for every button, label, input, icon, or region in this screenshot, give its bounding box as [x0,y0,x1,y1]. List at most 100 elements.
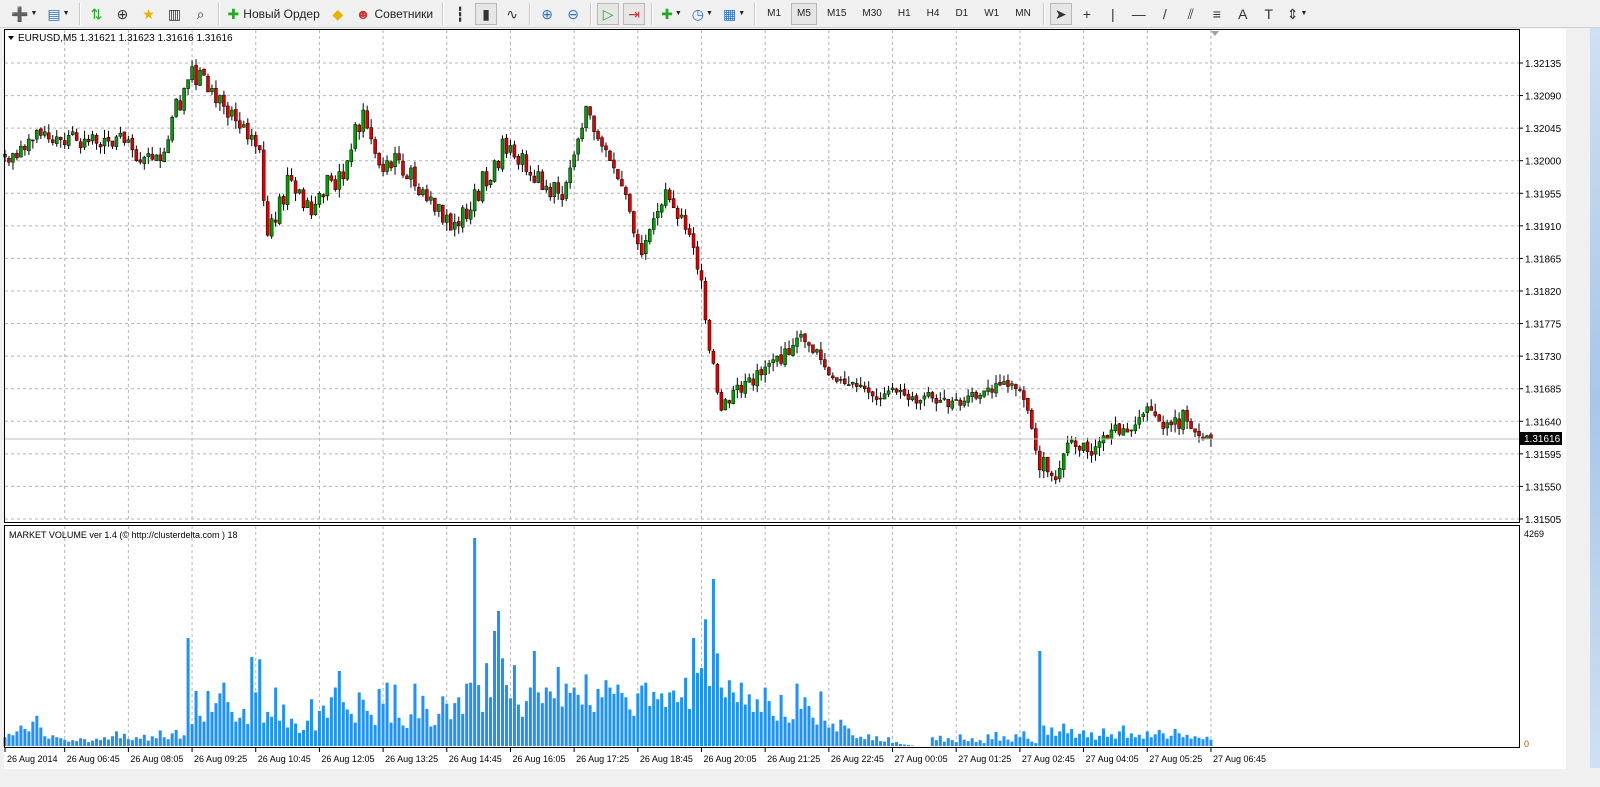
bar-chart-button[interactable]: ┇ [449,3,471,25]
candle-bear [365,110,369,129]
clock-icon: ◷ [691,5,705,22]
candle-bear [246,122,250,140]
scrollbar[interactable] [1566,28,1600,768]
horizontal-line-button[interactable]: — [1128,3,1150,25]
timeframe-h1[interactable]: H1 [892,3,917,25]
time-tick-label: 27 Aug 02:45 [1022,754,1075,764]
candle-bear [39,128,43,136]
trendline-button[interactable]: / [1154,3,1176,25]
timeframe-d1[interactable]: D1 [949,3,974,25]
scrollbar-track[interactable] [1590,28,1600,768]
chevron-down-icon[interactable]: ▼ [706,10,713,17]
chevron-down-icon[interactable]: ▼ [1301,10,1308,17]
line-chart-button[interactable]: ∿ [501,3,523,25]
volume-bar [891,743,895,746]
volume-bar [278,720,282,746]
candle-bear [958,399,962,406]
timeframe-m5[interactable]: M5 [791,2,817,25]
candle-bull [791,345,795,356]
candle-bear [484,171,489,187]
expert-advisors-button[interactable]: ☻ Советники [353,3,436,25]
volume-bar [51,735,55,746]
indicators-button[interactable]: ✚ ▼ [658,3,685,25]
candle-bull [317,193,322,205]
candle-bear [847,384,851,386]
cursor-button[interactable]: ➤ [1049,2,1072,25]
volume-bar [990,739,994,746]
vertical-line-button[interactable]: | [1102,3,1124,25]
timeframe-m30[interactable]: M30 [856,3,887,25]
timeframe-w1[interactable]: W1 [978,3,1005,25]
volume-bar [110,736,114,746]
zoom-in-button[interactable]: ⊕ [536,3,558,25]
profiles-button[interactable]: ▤ ▼ [44,3,72,25]
volume-bar [648,706,652,746]
chart-shift-button[interactable]: ⇥ [623,2,646,25]
candle-bear [699,270,704,281]
volume-bar [692,638,696,746]
candle-bear [751,378,755,386]
candle-bull [763,366,767,375]
chevron-down-icon[interactable]: ▼ [30,10,37,17]
candle-bear [835,377,839,382]
navigator-button[interactable]: ★ [138,3,160,25]
timeframe-m15[interactable]: M15 [821,3,852,25]
timeframe-h4[interactable]: H4 [921,3,946,25]
volume-bar [835,731,839,746]
timeframe-m1[interactable]: M1 [761,3,787,25]
candle-bull [970,392,974,397]
vertical-line-icon: | [1110,5,1115,22]
terminal-button[interactable]: ▥ [164,3,186,25]
volume-bar [847,728,851,746]
candle-bull [114,136,119,147]
candle-bear [58,137,63,140]
volume-bar [807,706,811,746]
candle-bull [938,400,943,403]
candle-bull [576,138,580,155]
volume-bar [1177,733,1181,746]
price-tick-label: 1.31865 [1525,254,1562,265]
candle-bull [250,135,254,140]
metaeditor-button[interactable]: ◆ [327,3,349,25]
volume-bar [1137,734,1141,746]
volume-bar [266,711,270,746]
periods-button[interactable]: ◷ ▼ [689,3,716,25]
candle-bull [1141,413,1146,417]
volume-bar [994,731,998,746]
candle-bull [492,160,497,182]
volume-bar [274,687,278,746]
volume-bar [7,733,11,746]
volume-bar [1010,741,1014,746]
candle-bull [584,106,588,129]
strategy-tester-button[interactable]: ⌕ [190,3,212,25]
text-label-button[interactable]: T [1258,3,1280,25]
candlestick-button[interactable]: ▮ [475,2,498,25]
arrows-button[interactable]: ⇕ ▼ [1284,3,1311,25]
time-tick-label: 26 Aug 14:45 [449,754,502,764]
crosshair-button[interactable]: + [1076,3,1098,25]
volume-bar [516,704,520,746]
volume-bar [481,711,485,746]
volume-bar [1066,733,1070,746]
volume-bar [664,707,668,746]
fibonacci-icon: ≡ [1212,5,1221,22]
chevron-down-icon[interactable]: ▼ [63,10,70,17]
candle-bull [102,138,107,147]
market-watch-button[interactable]: ⇅ [86,3,108,25]
equidistant-channel-button[interactable]: ⫽ [1180,3,1202,25]
auto-scroll-button[interactable]: ▷ [597,2,620,25]
volume-bar [819,691,823,746]
data-window-button[interactable]: ⊕ [112,3,134,25]
new-order-button[interactable]: ✚ Новый Ордер [225,3,323,25]
chevron-down-icon[interactable]: ▼ [675,10,682,17]
text-button[interactable]: A [1232,3,1254,25]
volume-bar [548,691,552,746]
candle-bear [62,140,67,146]
fibonacci-button[interactable]: ≡ [1206,3,1228,25]
timeframe-mn[interactable]: MN [1009,3,1037,25]
chevron-down-icon[interactable]: ▼ [738,10,745,17]
chart-window[interactable]: EURUSD,M5 1.31621 1.31623 1.31616 1.3161… [0,0,1600,787]
templates-button[interactable]: ▦ ▼ [720,3,748,25]
zoom-out-button[interactable]: ⊖ [562,3,584,25]
new-chart-button[interactable]: ➕ ▼ [8,3,40,25]
